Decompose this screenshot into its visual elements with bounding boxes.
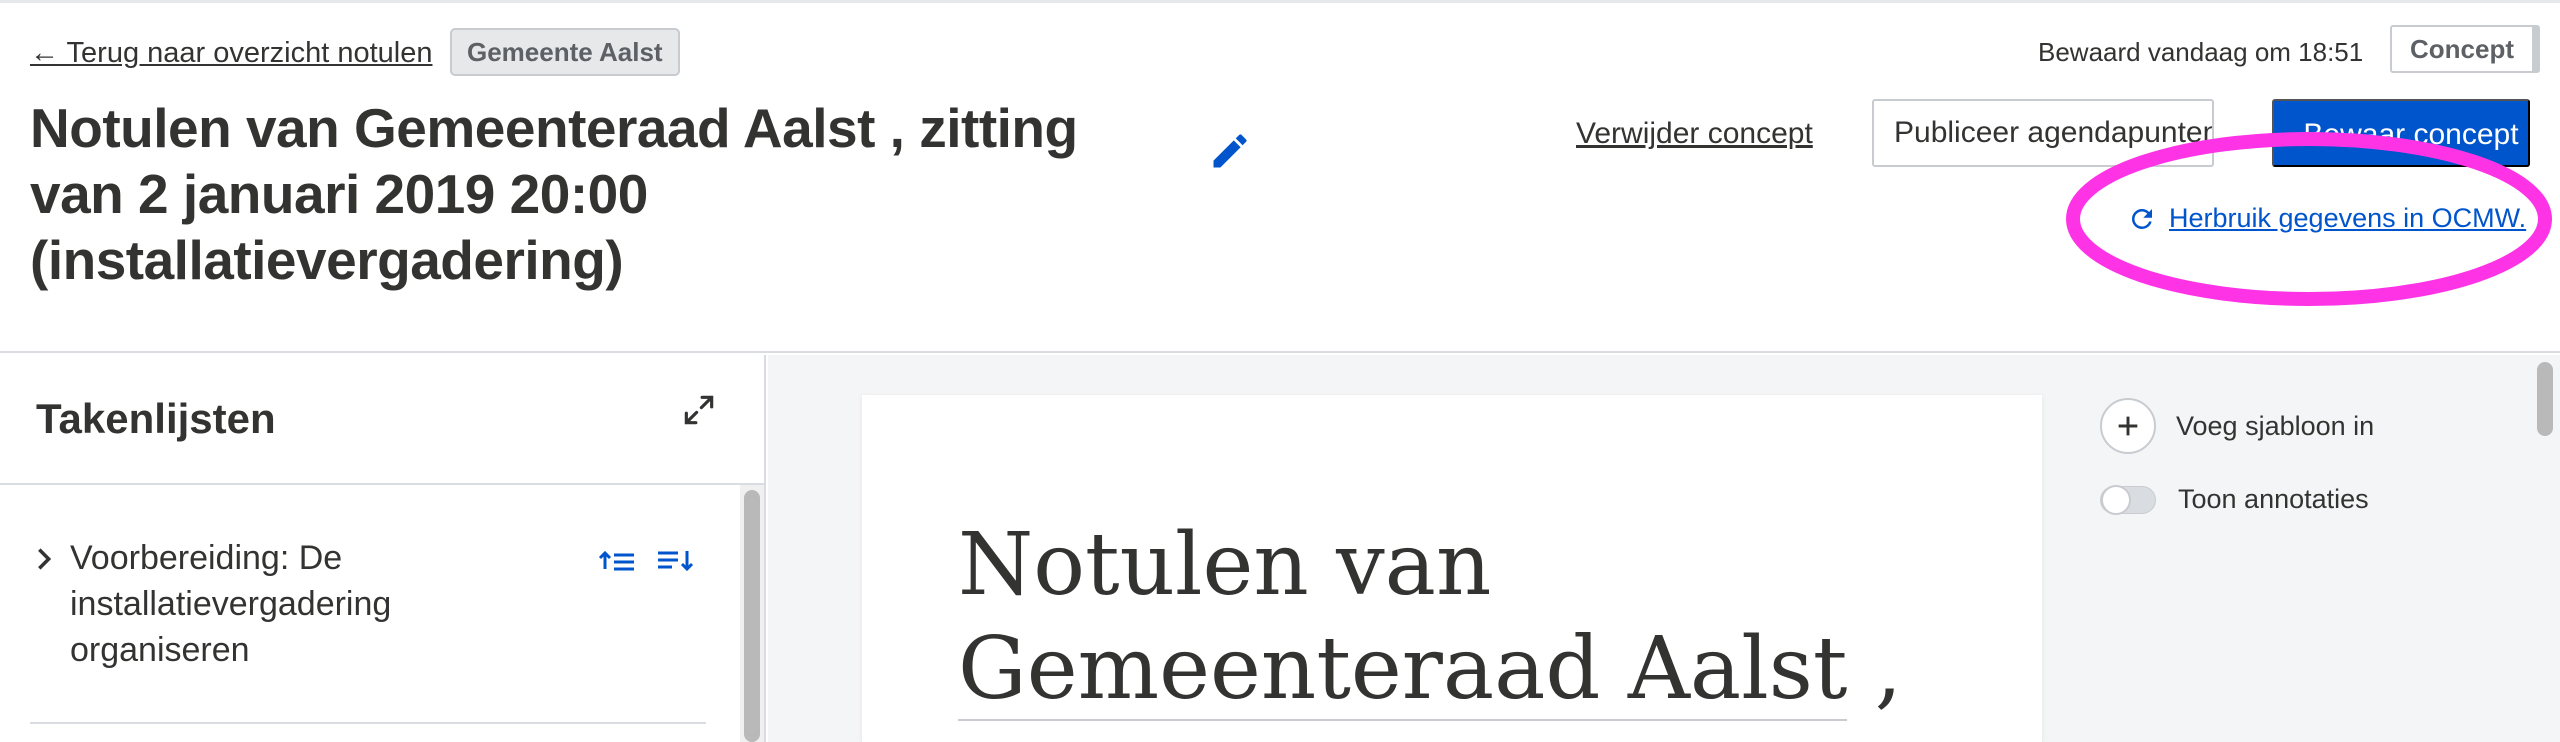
pencil-icon[interactable] — [1208, 129, 1252, 173]
task-list-panel: Takenlijsten Voorbereiding: De installat… — [0, 355, 766, 742]
refresh-icon — [2131, 208, 2152, 229]
annotations-toggle[interactable]: Toon annotaties — [2100, 484, 2369, 515]
panel-divider — [0, 483, 766, 485]
toggle-switch[interactable] — [2100, 484, 2156, 515]
heading-tail: , — [1874, 619, 1903, 719]
expand-icon[interactable] — [680, 391, 718, 429]
page-scrollbar-thumb[interactable] — [2537, 362, 2553, 436]
panel-scrollbar-thumb[interactable] — [744, 490, 760, 742]
document-page[interactable]: Notulen van Gemeenteraad Aalst , — [862, 395, 2042, 742]
task-divider — [30, 722, 706, 724]
heading-line-1: Notulen van — [958, 515, 1492, 615]
annotations-label: Toon annotaties — [2178, 484, 2369, 514]
chevron-right-icon[interactable] — [30, 545, 58, 573]
reuse-data-label: Herbruik gegevens in OCMW. — [2169, 203, 2527, 233]
sort-descending-icon[interactable] — [656, 545, 696, 575]
document-heading[interactable]: Notulen van Gemeenteraad Aalst , — [958, 513, 1958, 721]
back-to-overview-link[interactable]: ← Terug naar overzicht notulen — [30, 37, 432, 70]
publish-agenda-button[interactable]: Publiceer agendapunten — [1872, 99, 2214, 167]
panel-title: Takenlijsten — [36, 395, 276, 442]
organization-badge: Gemeente Aalst — [450, 28, 680, 76]
insert-template-button[interactable]: Voeg sjabloon in — [2100, 398, 2374, 454]
saved-status: Bewaard vandaag om 18:51 — [2038, 37, 2364, 67]
task-title: Voorbereiding: De installatievergadering… — [70, 539, 392, 669]
page-title: Notulen van Gemeenteraad Aalst , zitting… — [30, 97, 1078, 291]
status-badge: Concept — [2390, 25, 2540, 73]
heading-line-2: Gemeenteraad Aalst — [958, 619, 1848, 721]
plus-icon — [2100, 398, 2156, 454]
sort-ascending-icon[interactable] — [598, 545, 638, 575]
reuse-data-link[interactable]: Herbruik gegevens in OCMW. — [2127, 203, 2526, 234]
toggle-knob — [2101, 484, 2131, 515]
save-concept-button[interactable]: Bewaar concept — [2272, 99, 2530, 167]
page-header: ← Terug naar overzicht notulen Gemeente … — [0, 3, 2560, 353]
delete-concept-link[interactable]: Verwijder concept — [1576, 117, 1813, 151]
insert-template-label: Voeg sjabloon in — [2176, 410, 2375, 441]
